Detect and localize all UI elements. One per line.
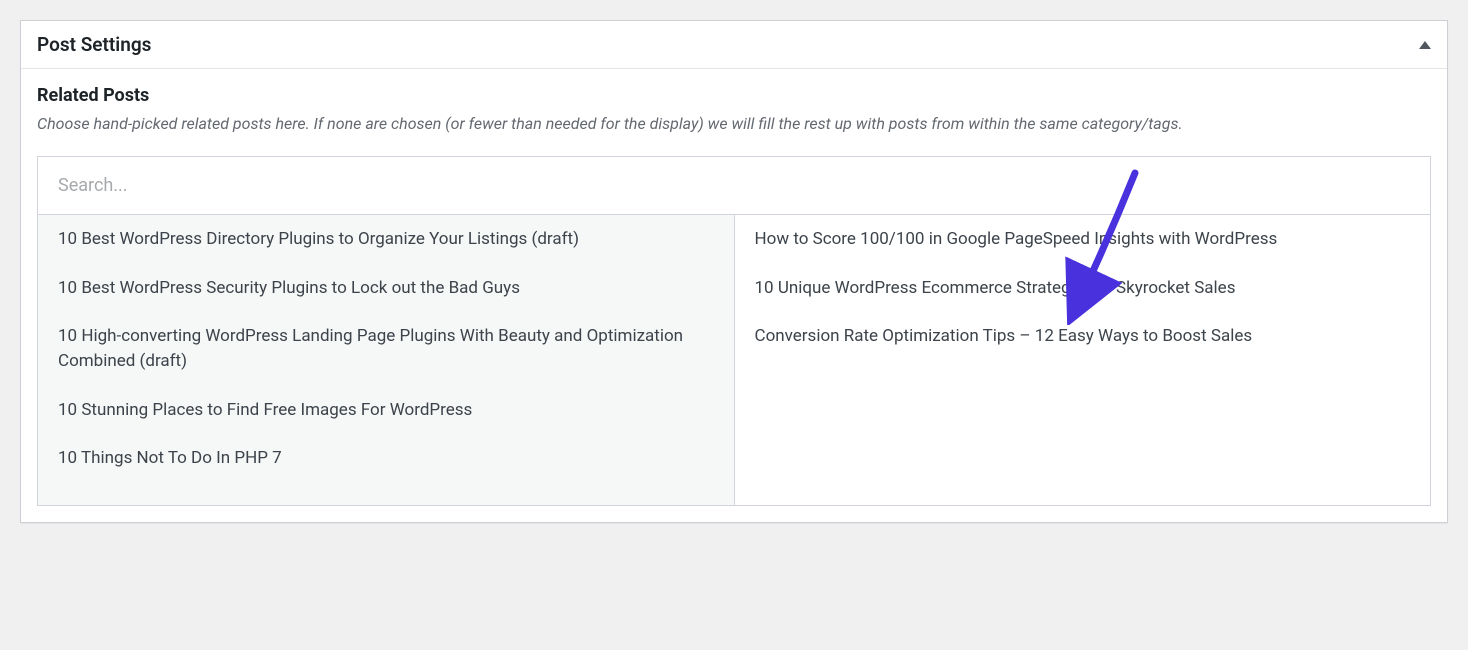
list-item[interactable]: 10 Best WordPress Security Plugins to Lo… — [38, 264, 734, 313]
selected-posts-list[interactable]: How to Score 100/100 in Google PageSpeed… — [735, 215, 1431, 505]
list-item[interactable]: Conversion Rate Optimization Tips – 12 E… — [735, 312, 1431, 361]
metabox-title: Post Settings — [37, 33, 151, 56]
columns: 10 Best WordPress Directory Plugins to O… — [38, 215, 1430, 505]
available-posts-list[interactable]: 10 Best WordPress Directory Plugins to O… — [38, 215, 735, 505]
metabox-body: Related Posts Choose hand-picked related… — [21, 69, 1447, 522]
search-row — [38, 157, 1430, 215]
list-item[interactable]: How to Score 100/100 in Google PageSpeed… — [735, 215, 1431, 264]
list-item[interactable]: 10 Things Not To Do In PHP 7 — [38, 434, 734, 483]
search-input[interactable] — [38, 157, 1430, 214]
list-item[interactable]: 10 High-converting WordPress Landing Pag… — [38, 312, 734, 385]
list-item[interactable]: 10 Unique WordPress Ecommerce Strategies… — [735, 264, 1431, 313]
section-title: Related Posts — [37, 85, 1431, 106]
collapse-toggle-icon[interactable] — [1419, 41, 1431, 49]
section-description: Choose hand-picked related posts here. I… — [37, 112, 1431, 136]
post-settings-metabox: Post Settings Related Posts Choose hand-… — [20, 20, 1448, 523]
list-item[interactable]: 10 Best WordPress Directory Plugins to O… — [38, 215, 734, 264]
related-posts-box: 10 Best WordPress Directory Plugins to O… — [37, 156, 1431, 506]
list-item[interactable]: 10 Stunning Places to Find Free Images F… — [38, 386, 734, 435]
metabox-header[interactable]: Post Settings — [21, 21, 1447, 69]
